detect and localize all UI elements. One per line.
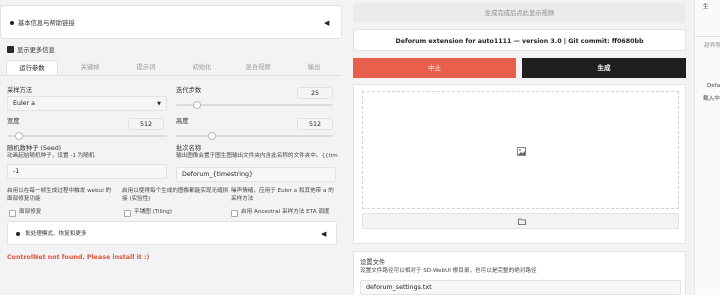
controlnet-warning: ControlNet not found. Please install it … [7, 254, 150, 261]
batch-name-hint: 输出图像会置于图生图输出文件夹内含此名称的文件夹中。{{tim [176, 153, 338, 159]
right-edge-panel: 生 越界限 Defa 载入中… [694, 0, 720, 295]
width-slider[interactable] [7, 132, 167, 140]
restore-faces-desc: 启用以在每一帧生成过程中触发 webui 的面部修复功能 [7, 188, 112, 202]
steps-label: 迭代步数 [176, 87, 202, 94]
height-slider-thumb[interactable] [208, 132, 216, 140]
ancestral-eta-label: 启用 Ancestral 采样方法 ETA 调度 [241, 209, 330, 215]
steps-input[interactable]: 25 [297, 87, 333, 99]
basic-info-label: 基本信息与帮助链接 [18, 20, 75, 27]
bullet-dot [10, 21, 14, 25]
show-more-checkbox[interactable] [7, 46, 14, 53]
batch-mode-accordion[interactable]: 批处理模式、恢复和更多 ◀ [7, 221, 337, 245]
seed-input[interactable]: -1 [7, 164, 167, 179]
width-input[interactable]: 512 [128, 118, 164, 130]
triangle-left-icon[interactable]: ◀ [321, 230, 326, 238]
tiling-checkbox[interactable] [124, 210, 131, 217]
output-gallery[interactable] [353, 84, 686, 244]
settings-file-panel: 设置文件 设置文件路径可以相对于 SD-WebUI 根目录，也可以是完整的绝对路… [353, 251, 686, 295]
video-hint: 生成完成后点此显示视频 [484, 10, 555, 17]
tab-prompts[interactable]: 提示词 [124, 60, 168, 75]
triangle-left-icon[interactable]: ◀ [324, 19, 329, 27]
batch-mode-label: 批处理模式、恢复和更多 [25, 231, 87, 237]
image-icon [517, 147, 526, 156]
interrupt-button[interactable]: 中止 [353, 58, 516, 78]
height-input[interactable]: 512 [297, 118, 333, 130]
batch-name-input[interactable]: Deforum_{timestring} [176, 167, 336, 182]
height-label: 高度 [176, 118, 189, 125]
right-edge-tab: 越界限 [704, 43, 720, 49]
generate-label: 生成 [597, 64, 611, 72]
width-label: 宽度 [7, 118, 20, 125]
tab-keyframes[interactable]: 关键帧 [68, 60, 112, 75]
chevron-down-icon: ▼ [157, 101, 161, 107]
right-edge-loading: 载入中… [703, 96, 720, 102]
interrupt-label: 中止 [428, 64, 441, 72]
settings-file-hint: 设置文件路径可以相对于 SD-WebUI 根目录，也可以是完整的绝对路径 [360, 268, 537, 274]
ancestral-eta-checkbox[interactable] [231, 210, 238, 217]
bullet-dot [16, 232, 20, 236]
seed-label: 随机数种子 (Seed) [7, 145, 62, 152]
settings-file-input[interactable]: deforum_settings.txt [360, 280, 681, 295]
steps-slider-thumb[interactable] [193, 101, 201, 109]
sampler-label: 采样方法 [7, 87, 33, 94]
restore-faces-label: 面部修复 [19, 209, 42, 215]
right-edge-default: Defa [707, 83, 720, 89]
basic-info-accordion[interactable]: 基本信息与帮助链接 ◀ [0, 5, 342, 39]
steps-slider[interactable] [176, 101, 333, 109]
sampler-value: Euler a [13, 100, 36, 107]
right-edge-divider [695, 36, 720, 37]
tab-divider [0, 75, 342, 76]
settings-file-label: 设置文件 [360, 259, 386, 266]
version-text: Deforum extension for auto1111 — version… [395, 38, 644, 45]
right-edge-top: 生 [703, 4, 709, 10]
ancestral-eta-desc: 噪声情绪，应用于 Euler a 和其他带 a 的采样方法 [231, 188, 334, 202]
tiling-desc: 启用以使得每个生成的图像都能实现无缝拼接 (实验性) [122, 188, 229, 202]
show-more-label: 显示更多信息 [17, 47, 55, 54]
sampler-select[interactable]: Euler a ▼ [7, 96, 167, 111]
height-slider[interactable] [176, 132, 333, 140]
tab-init[interactable]: 初始化 [180, 60, 224, 75]
tab-run[interactable]: 运行参数 [6, 60, 58, 75]
seed-hint: 动画起始随机种子，设置 -1 为随机 [7, 153, 95, 159]
video-hint-box: 生成完成后点此显示视频 [353, 3, 686, 23]
settings-tabs: 运行参数 关键帧 提示词 初始化 混合视频 输出 [6, 60, 336, 75]
width-slider-thumb[interactable] [15, 132, 23, 140]
tab-output[interactable]: 输出 [292, 60, 336, 75]
version-banner: Deforum extension for auto1111 — version… [353, 29, 686, 51]
restore-faces-checkbox[interactable] [9, 210, 16, 217]
generate-button[interactable]: 生成 [522, 58, 686, 78]
folder-icon [518, 218, 526, 225]
tiling-label: 平铺图 (Tiling) [134, 209, 172, 215]
open-folder-button[interactable] [362, 213, 679, 229]
batch-name-label: 批次名称 [176, 145, 202, 152]
tab-hybrid-video[interactable]: 混合视频 [236, 60, 280, 75]
gallery-canvas [362, 91, 679, 209]
